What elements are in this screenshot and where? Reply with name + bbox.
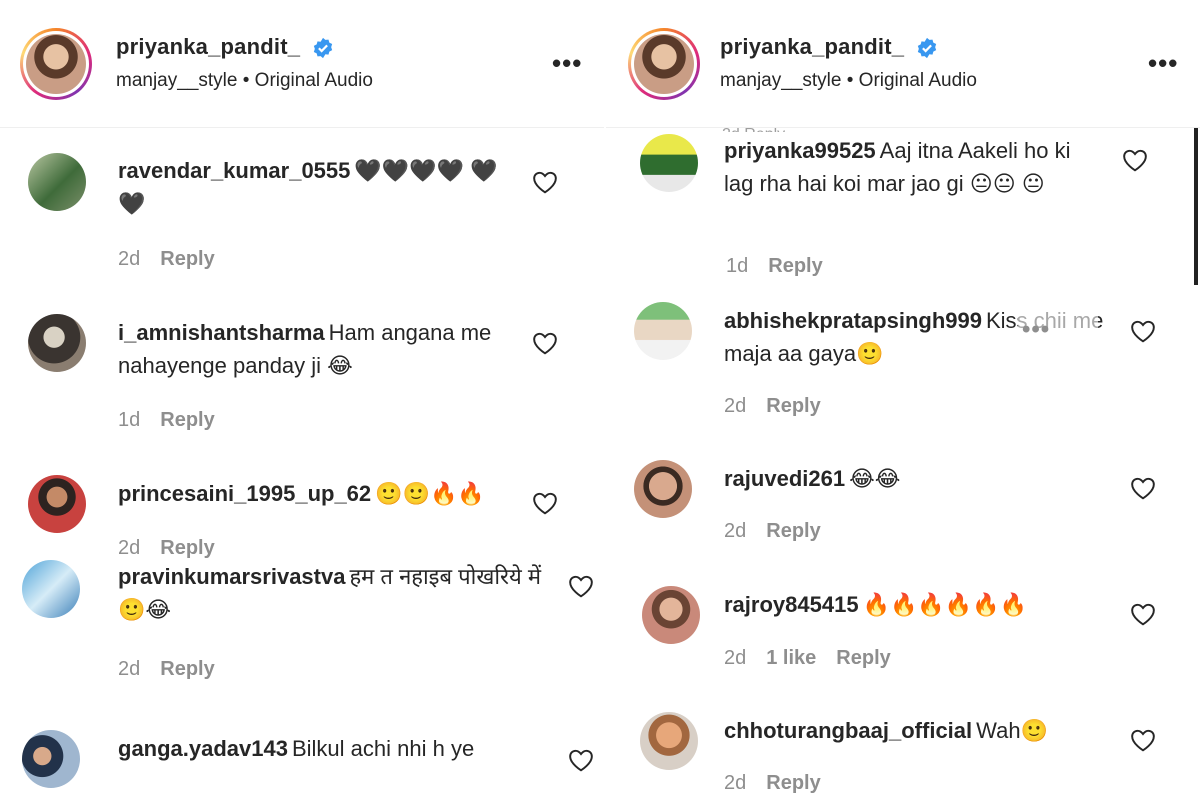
commenter-avatar[interactable] xyxy=(28,153,86,211)
comment-username[interactable]: ravendar_kumar_0555 xyxy=(118,158,350,183)
comment-body: 🙂🙂🔥🔥 xyxy=(375,481,485,506)
comment-text: pravinkumarsrivastva हम त नहाइब पोखरिये म… xyxy=(118,560,548,626)
like-heart-icon[interactable] xyxy=(1130,728,1156,752)
reply-button[interactable]: Reply xyxy=(766,520,820,542)
like-heart-icon[interactable] xyxy=(532,331,558,355)
comment-body: Bilkul achi nhi h ye xyxy=(291,736,475,761)
commenter-avatar[interactable] xyxy=(640,712,698,770)
comment-text: i_amnishantsharma Ham angana me nahayenge… xyxy=(118,316,508,382)
audio-credit[interactable]: manjay__style • Original Audio xyxy=(116,70,373,92)
comment-text: priyanka99525 Aaj itna Aakeli ho ki lag r… xyxy=(724,134,1104,200)
commenter-avatar[interactable] xyxy=(22,560,80,618)
comment-text: chhoturangbaaj_official Wah🙂 xyxy=(724,714,1124,747)
like-heart-icon[interactable] xyxy=(1122,148,1148,172)
comment-body: Wah🙂 xyxy=(976,718,1048,743)
author-username[interactable]: priyanka_pandit_ xyxy=(116,34,334,60)
verified-badge-icon xyxy=(314,38,333,59)
comment-username[interactable]: abhishekpratapsingh999 xyxy=(724,308,982,333)
reply-button[interactable]: Reply xyxy=(768,255,822,277)
verified-badge-icon xyxy=(918,38,937,59)
comment-time[interactable]: 2d xyxy=(724,772,746,794)
audio-credit[interactable]: manjay__style • Original Audio xyxy=(720,70,977,92)
commenter-avatar[interactable] xyxy=(634,302,692,360)
commenter-avatar[interactable] xyxy=(640,134,698,192)
comment-username[interactable]: rajroy845415 xyxy=(724,592,859,617)
comment-meta: 2d Reply xyxy=(724,395,841,418)
comment-time[interactable]: 2d xyxy=(118,537,140,559)
comment-text: princesaini_1995_up_62 🙂🙂🔥🔥 xyxy=(118,477,518,510)
commenter-avatar[interactable] xyxy=(642,586,700,644)
scrollbar-thumb[interactable] xyxy=(1194,128,1198,285)
like-heart-icon[interactable] xyxy=(568,574,594,598)
reply-button[interactable]: Reply xyxy=(766,772,820,794)
reply-button[interactable]: Reply xyxy=(160,409,214,431)
like-heart-icon[interactable] xyxy=(568,748,594,772)
author-avatar[interactable] xyxy=(628,28,700,100)
comments-panel-left: priyanka_pandit_ manjay__style • Origina… xyxy=(0,0,604,800)
comments-screenshot: priyanka_pandit_ manjay__style • Origina… xyxy=(0,0,1200,800)
reply-button[interactable]: Reply xyxy=(836,647,890,669)
comment-time[interactable]: 1d xyxy=(726,255,748,277)
commenter-avatar[interactable] xyxy=(22,730,80,788)
comment-meta: 1d Reply xyxy=(118,409,235,432)
like-count[interactable]: 1 like xyxy=(766,647,816,669)
comment-time[interactable]: 2d xyxy=(118,248,140,270)
comment-text: rajroy845415 🔥🔥🔥🔥🔥🔥 xyxy=(724,588,1124,621)
comment-text: ravendar_kumar_0555 🖤🖤🖤🖤 🖤🖤 xyxy=(118,154,498,220)
like-heart-icon[interactable] xyxy=(1130,602,1156,626)
comment-body: 🔥🔥🔥🔥🔥🔥 xyxy=(862,592,1027,617)
comment-time[interactable]: 2d xyxy=(724,520,746,542)
comment-more-icon[interactable]: ••• xyxy=(1022,316,1050,344)
author-avatar[interactable] xyxy=(20,28,92,100)
comment-meta: 2d Reply xyxy=(118,537,235,560)
author-name[interactable]: priyanka_pandit_ xyxy=(720,34,904,59)
reply-button[interactable]: Reply xyxy=(766,395,820,417)
comment-text: rajuvedi261 😂😂 xyxy=(724,462,1104,495)
like-heart-icon[interactable] xyxy=(1130,476,1156,500)
comment-meta: 2d Reply xyxy=(118,248,235,271)
comment-options-overlay[interactable]: ••• xyxy=(1018,310,1098,366)
comment-meta: 2d 1 like Reply xyxy=(724,647,911,670)
comment-body: 😂😂 xyxy=(849,466,901,491)
comment-username[interactable]: pravinkumarsrivastva xyxy=(118,564,345,589)
reply-button[interactable]: Reply xyxy=(160,658,214,680)
comment-time[interactable]: 2d xyxy=(724,395,746,417)
post-header: priyanka_pandit_ manjay__style • Origina… xyxy=(0,0,604,128)
commenter-avatar[interactable] xyxy=(634,460,692,518)
author-name[interactable]: priyanka_pandit_ xyxy=(116,34,300,59)
comment-text: ganga.yadav143 Bilkul achi nhi h ye xyxy=(118,732,538,765)
reply-button[interactable]: Reply xyxy=(160,248,214,270)
comment-username[interactable]: chhoturangbaaj_official xyxy=(724,718,972,743)
comment-username[interactable]: i_amnishantsharma xyxy=(118,320,325,345)
like-heart-icon[interactable] xyxy=(532,491,558,515)
comment-time[interactable]: 1d xyxy=(118,409,140,431)
more-options-icon[interactable]: ••• xyxy=(1148,48,1178,79)
post-header: priyanka_pandit_ manjay__style • Origina… xyxy=(606,0,1200,128)
comment-time[interactable]: 2d xyxy=(118,658,140,680)
comment-username[interactable]: ganga.yadav143 xyxy=(118,736,288,761)
like-heart-icon[interactable] xyxy=(532,170,558,194)
comment-meta: 1d Reply xyxy=(726,255,843,278)
comment-meta: 2d Reply xyxy=(118,658,235,681)
author-username[interactable]: priyanka_pandit_ xyxy=(720,34,938,60)
like-heart-icon[interactable] xyxy=(1130,319,1156,343)
comment-time[interactable]: 2d xyxy=(724,647,746,669)
reply-button[interactable]: Reply xyxy=(160,537,214,559)
comment-meta: 2d Reply xyxy=(724,520,841,543)
more-options-icon[interactable]: ••• xyxy=(552,48,582,79)
commenter-avatar[interactable] xyxy=(28,314,86,372)
comment-username[interactable]: princesaini_1995_up_62 xyxy=(118,481,371,506)
comment-username[interactable]: rajuvedi261 xyxy=(724,466,845,491)
comment-username[interactable]: priyanka99525 xyxy=(724,138,876,163)
comment-meta: 2d Reply xyxy=(724,772,841,795)
commenter-avatar[interactable] xyxy=(28,475,86,533)
comments-panel-right: priyanka_pandit_ manjay__style • Origina… xyxy=(606,0,1200,800)
